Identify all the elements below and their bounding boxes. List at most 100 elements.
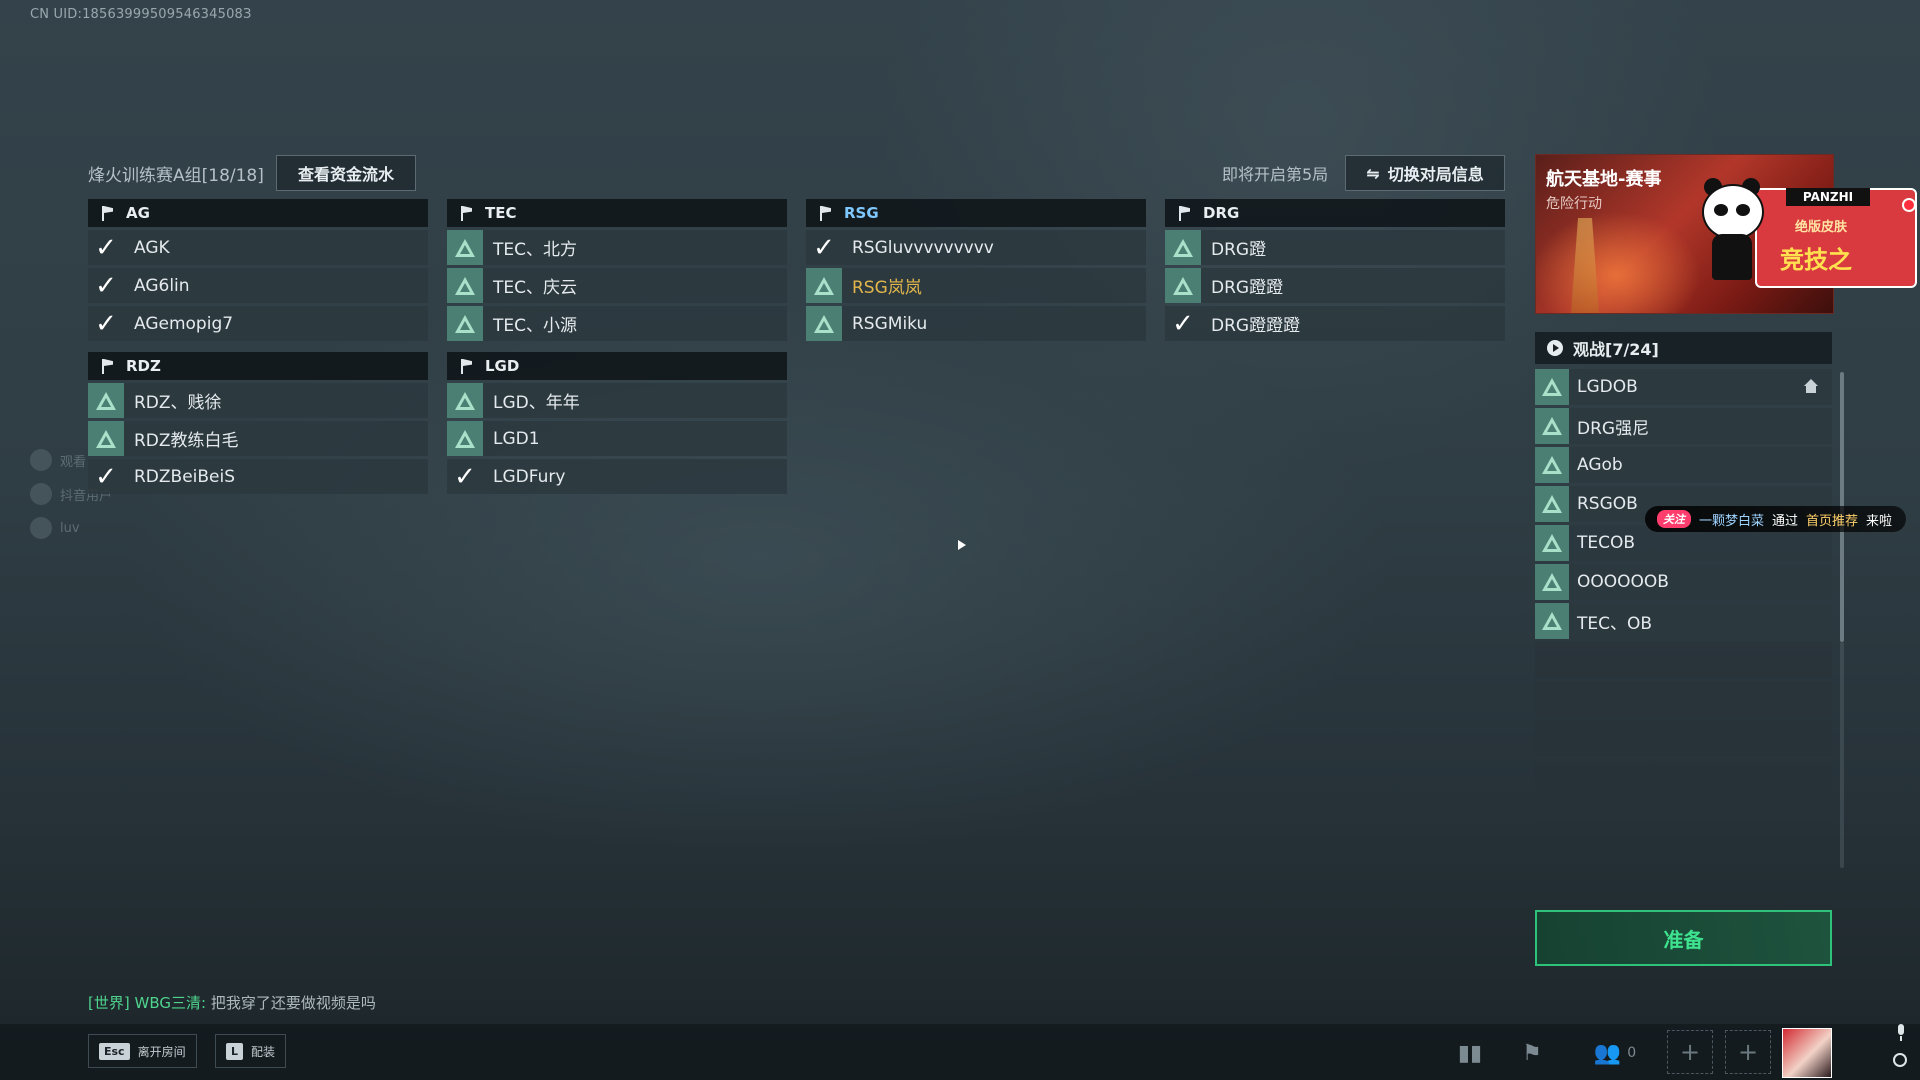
plus-icon: + <box>1679 1038 1701 1066</box>
next-round-label: 即将开启第5局 <box>1222 165 1329 184</box>
play-icon <box>1547 340 1563 356</box>
pending-triangle-icon <box>1535 486 1569 522</box>
chat-channel: [世界] <box>88 994 130 1012</box>
pending-triangle-icon <box>447 268 483 303</box>
spectator-slot-empty <box>1535 798 1832 834</box>
pending-triangle-icon <box>1535 369 1569 405</box>
team-card-ag: AG ✓ AGK ✓ AG6lin ✓ AGemopig7 <box>88 199 428 341</box>
player-row[interactable]: DRG蹬蹬 <box>1165 268 1505 303</box>
flag-icon[interactable]: ⚑ <box>1519 1040 1545 1066</box>
player-row[interactable]: ✓ AGemopig7 <box>88 306 428 341</box>
notification-via: 通过 <box>1772 513 1799 529</box>
flag-icon <box>459 205 473 221</box>
pending-triangle-icon <box>1535 408 1569 444</box>
chat-line: [世界] WBG三清: 把我穿了还要做视频是吗 <box>88 992 376 1013</box>
plus-icon: + <box>1737 1038 1759 1066</box>
esc-key-icon: Esc <box>99 1042 130 1060</box>
flag-icon <box>100 358 114 374</box>
player-row[interactable]: ✓ RDZBeiBeiS <box>88 459 428 494</box>
pending-triangle-icon <box>1165 230 1201 265</box>
friends-button[interactable]: 👥 0 <box>1590 1040 1640 1066</box>
party-slot-add[interactable]: + <box>1725 1030 1771 1074</box>
player-row-self[interactable]: RSG岚岚 <box>806 268 1146 303</box>
spectator-row[interactable]: LGDOB <box>1535 369 1832 405</box>
switch-match-button[interactable]: ⇋ 切换对局信息 <box>1345 155 1505 191</box>
player-row[interactable]: ✓ AG6lin <box>88 268 428 303</box>
avatar <box>30 449 52 471</box>
pending-triangle-icon <box>1535 525 1569 561</box>
pending-triangle-icon <box>88 421 124 456</box>
party-slot-add[interactable]: + <box>1667 1030 1713 1074</box>
ready-check-icon: ✓ <box>95 461 117 492</box>
event-subtitle: 危险行动 <box>1546 196 1602 212</box>
notification-user: 一颗梦白菜 <box>1699 513 1765 529</box>
spectator-scroll-track[interactable] <box>1840 642 1844 868</box>
ready-check-icon: ✓ <box>454 461 476 492</box>
team-header: LGD <box>447 352 787 380</box>
pending-triangle-icon <box>447 306 483 341</box>
player-row[interactable]: RDZ、贱徐 <box>88 383 428 418</box>
chat-sender: WBG三清: <box>134 994 207 1012</box>
panzhi-tag: PANZHI <box>1786 188 1870 206</box>
spectator-header[interactable]: 观战[7/24] <box>1535 332 1832 364</box>
player-row[interactable]: ✓ RSGluvvvvvvvvv <box>806 230 1146 265</box>
ready-button[interactable]: 准备 <box>1535 910 1832 966</box>
l-key-icon: L <box>226 1042 244 1060</box>
pending-triangle-icon <box>447 230 483 265</box>
player-row[interactable]: TEC、庆云 <box>447 268 787 303</box>
side-streamer-item: luv <box>30 511 112 545</box>
notification-dot-icon <box>1902 198 1916 212</box>
live-follow-notification: 关注 一颗梦白菜 通过 首页推荐 来啦 <box>1645 506 1907 532</box>
ready-check-icon: ✓ <box>95 270 117 301</box>
player-row[interactable]: LGD、年年 <box>447 383 787 418</box>
flag-icon <box>459 358 473 374</box>
overlay-text: 竞技之 <box>1780 246 1852 274</box>
team-card-lgd: LGD LGD、年年 LGD1 ✓ LGDFury <box>447 352 787 494</box>
player-row[interactable]: RDZ教练白毛 <box>88 421 428 456</box>
overlay-text: 绝版皮肤 <box>1795 220 1848 235</box>
map-artwork <box>1571 218 1599 313</box>
player-row[interactable]: ✓ AGK <box>88 230 428 265</box>
avatar[interactable] <box>1782 1028 1832 1078</box>
view-funds-button[interactable]: 查看资金流水 <box>276 155 416 191</box>
player-row[interactable]: RSGMiku <box>806 306 1146 341</box>
spectator-row[interactable]: OOOOOOB <box>1535 564 1832 600</box>
team-header: TEC <box>447 199 787 227</box>
loadout-button[interactable]: L 配装 <box>215 1034 287 1068</box>
stats-chart-icon[interactable]: ▮▮ <box>1457 1040 1483 1066</box>
mouse-cursor-icon <box>958 540 966 550</box>
spectator-slot-empty <box>1535 642 1832 678</box>
player-row[interactable]: ✓ DRG蹬蹬蹬 <box>1165 306 1505 341</box>
flag-icon <box>818 205 832 221</box>
player-row[interactable]: TEC、小源 <box>447 306 787 341</box>
player-row[interactable]: ✓ LGDFury <box>447 459 787 494</box>
ready-check-icon: ✓ <box>95 232 117 263</box>
avatar <box>30 483 52 505</box>
team-header: AG <box>88 199 428 227</box>
team-header: RSG <box>806 199 1146 227</box>
player-row[interactable]: TEC、北方 <box>447 230 787 265</box>
leave-room-button[interactable]: Esc 离开房间 <box>88 1034 197 1068</box>
event-title: 航天基地-赛事 <box>1546 169 1662 190</box>
team-card-rsg: RSG ✓ RSGluvvvvvvvvv RSG岚岚 RSGMiku <box>806 199 1146 341</box>
pending-triangle-icon <box>1165 268 1201 303</box>
spectator-slot-empty <box>1535 759 1832 795</box>
flag-icon <box>100 205 114 221</box>
spectator-row[interactable]: AGob <box>1535 447 1832 483</box>
flag-icon <box>1177 205 1191 221</box>
spectator-row[interactable]: TEC、OB <box>1535 603 1832 639</box>
microphone-icon[interactable] <box>1894 1024 1908 1042</box>
group-title: 烽火训练赛A组[18/18] <box>88 166 264 186</box>
team-card-drg: DRG DRG蹬 DRG蹬蹬 ✓ DRG蹬蹬蹬 <box>1165 199 1505 341</box>
ready-check-icon: ✓ <box>1172 308 1194 339</box>
spectator-list: LGDOB DRG强尼 AGob RSGOB TECOB OOOOOOB TEC… <box>1535 369 1832 837</box>
spectator-slot-empty <box>1535 720 1832 756</box>
spectator-row[interactable]: DRG强尼 <box>1535 408 1832 444</box>
player-row[interactable]: LGD1 <box>447 421 787 456</box>
team-card-rdz: RDZ RDZ、贱徐 RDZ教练白毛 ✓ RDZBeiBeiS <box>88 352 428 494</box>
pending-triangle-icon <box>447 383 483 418</box>
swap-icon: ⇋ <box>1366 163 1380 183</box>
voice-settings-icon[interactable] <box>1893 1053 1907 1067</box>
player-row[interactable]: DRG蹬 <box>1165 230 1505 265</box>
pending-triangle-icon <box>806 268 842 303</box>
